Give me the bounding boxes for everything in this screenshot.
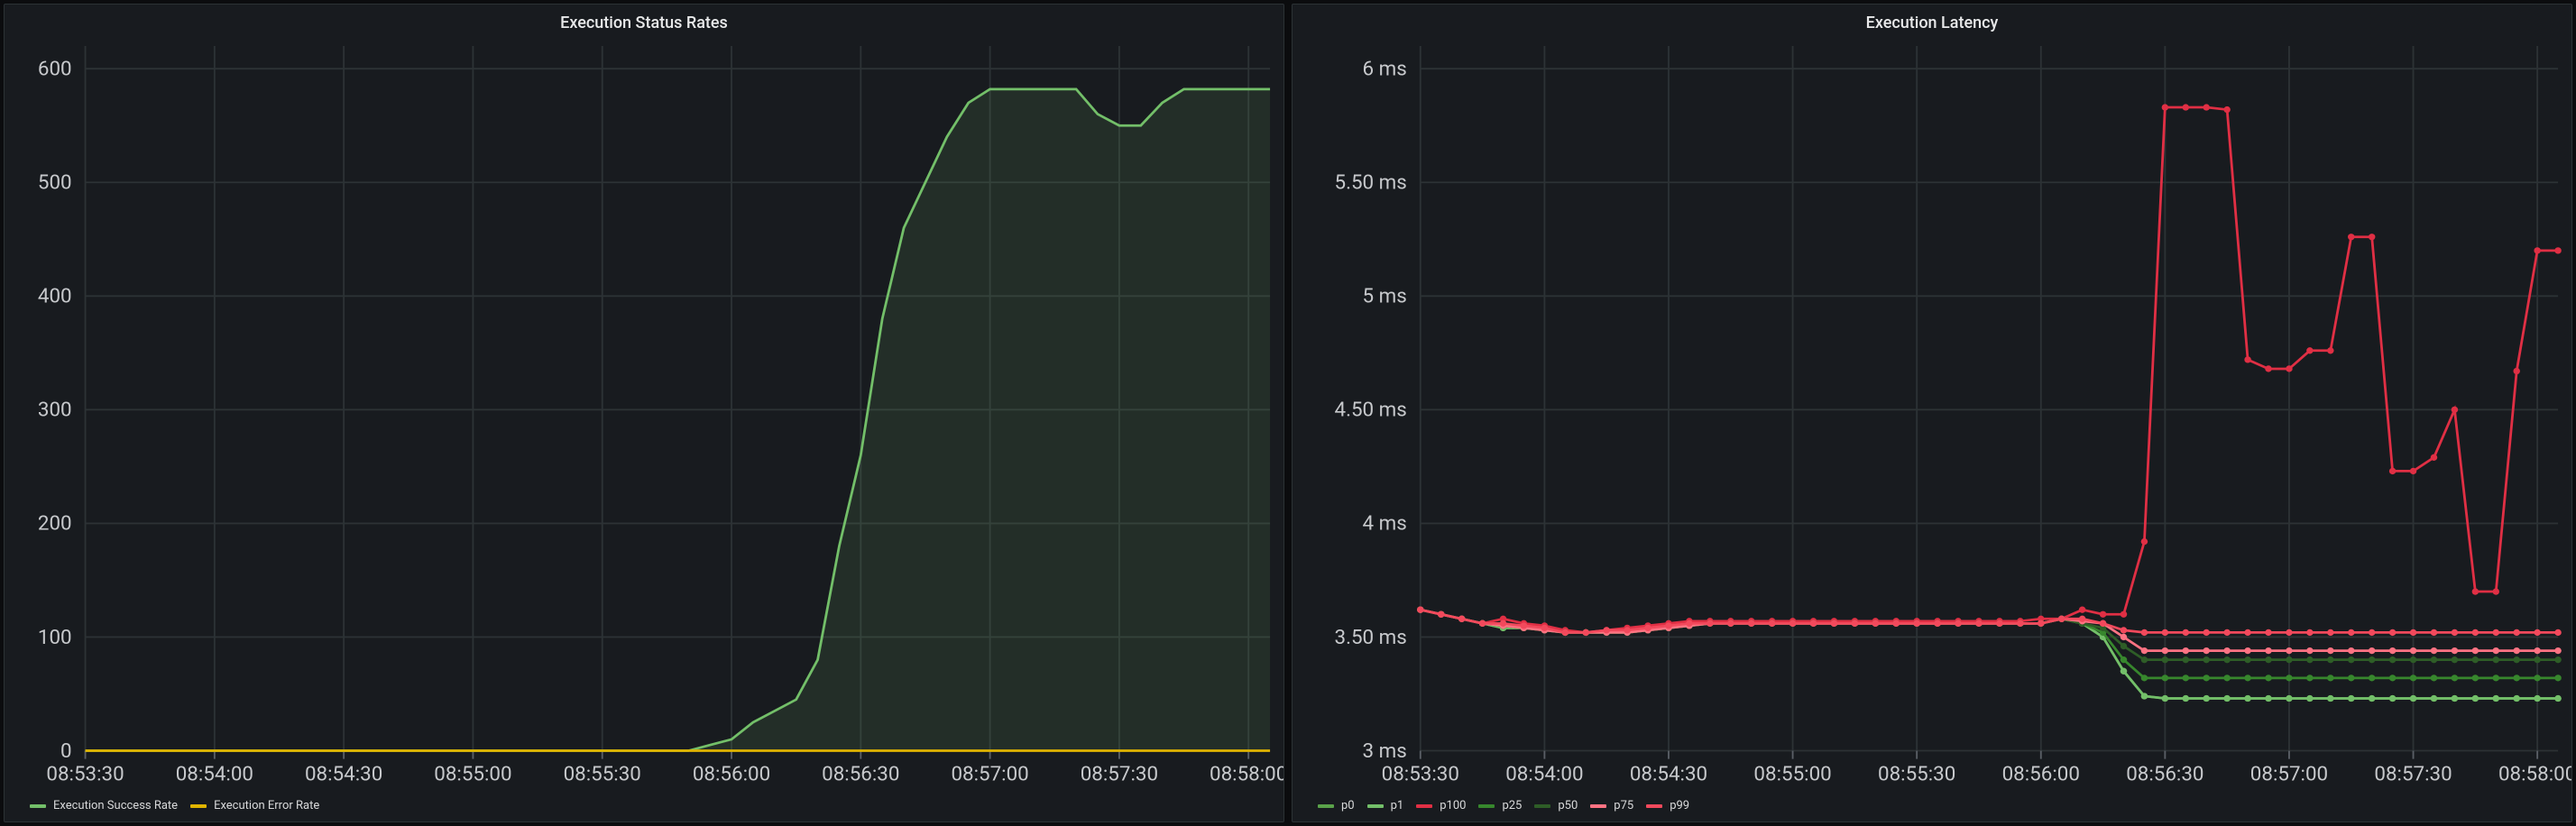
legend-item[interactable]: p1 <box>1367 799 1404 812</box>
legend-swatch <box>1534 804 1550 808</box>
svg-text:08:58:00: 08:58:00 <box>1210 763 1283 786</box>
legend-label: p50 <box>1558 799 1578 812</box>
svg-text:08:57:00: 08:57:00 <box>2250 763 2328 786</box>
panel-execution-latency[interactable]: Execution Latency 3 ms 3.50 ms 4 ms 4.50 ms… <box>1292 4 2572 822</box>
svg-text:200: 200 <box>38 512 72 536</box>
legend: p0 p1 p100 p25 p50 p75 p99 <box>1293 794 2571 821</box>
legend-swatch <box>30 804 46 808</box>
legend-label: p75 <box>1614 799 1633 812</box>
dashboard-row: Execution Status Rates 0 100 200 300 400 500 6… <box>0 0 2576 826</box>
svg-text:5.50 ms: 5.50 ms <box>1335 171 1407 195</box>
legend-swatch <box>1367 804 1384 808</box>
panel-title: Execution Latency <box>1293 5 2571 36</box>
svg-text:08:57:00: 08:57:00 <box>951 763 1028 786</box>
svg-text:0: 0 <box>60 739 72 763</box>
svg-text:500: 500 <box>38 171 72 195</box>
legend-swatch <box>1318 804 1334 808</box>
svg-text:5 ms: 5 ms <box>1363 285 1407 308</box>
chart-svg: 3 ms 3.50 ms 4 ms 4.50 ms 5 ms 5.50 ms 6 ms 08:… <box>1293 36 2571 794</box>
svg-text:08:57:30: 08:57:30 <box>1081 763 1158 786</box>
svg-text:08:54:00: 08:54:00 <box>176 763 253 786</box>
svg-text:08:54:30: 08:54:30 <box>305 763 382 786</box>
svg-text:3 ms: 3 ms <box>1363 739 1407 763</box>
svg-text:08:53:30: 08:53:30 <box>1382 763 1459 786</box>
legend-swatch <box>1646 804 1662 808</box>
panel-title: Execution Status Rates <box>5 5 1283 36</box>
legend-swatch <box>1590 804 1606 808</box>
legend-item[interactable]: p75 <box>1590 799 1633 812</box>
chart-svg: 0 100 200 300 400 500 600 08:53:30 08:54:00 08:54… <box>5 36 1283 794</box>
legend: Execution Success Rate Execution Error Ra… <box>5 794 1283 821</box>
svg-text:08:55:00: 08:55:00 <box>1753 763 1831 786</box>
svg-text:3.50 ms: 3.50 ms <box>1335 626 1407 649</box>
legend-label: Execution Error Rate <box>214 799 319 812</box>
plot-area[interactable]: 3 ms 3.50 ms 4 ms 4.50 ms 5 ms 5.50 ms 6 ms 08:… <box>1293 36 2571 794</box>
legend-label: p25 <box>1502 799 1522 812</box>
svg-text:4.50 ms: 4.50 ms <box>1335 399 1407 422</box>
svg-text:08:57:30: 08:57:30 <box>2374 763 2452 786</box>
legend-label: p1 <box>1391 799 1404 812</box>
svg-text:6 ms: 6 ms <box>1363 58 1407 81</box>
svg-text:08:56:00: 08:56:00 <box>693 763 770 786</box>
panel-execution-status-rates[interactable]: Execution Status Rates 0 100 200 300 400 500 6… <box>4 4 1284 822</box>
svg-text:4 ms: 4 ms <box>1363 512 1407 536</box>
legend-item[interactable]: p99 <box>1646 799 1689 812</box>
plot-area[interactable]: 0 100 200 300 400 500 600 08:53:30 08:54:00 08:54… <box>5 36 1283 794</box>
svg-text:08:58:00: 08:58:00 <box>2498 763 2571 786</box>
legend-item[interactable]: p25 <box>1478 799 1522 812</box>
legend-label: Execution Success Rate <box>53 799 178 812</box>
legend-item[interactable]: Execution Success Rate <box>30 799 178 812</box>
svg-text:08:54:30: 08:54:30 <box>1630 763 1707 786</box>
svg-text:300: 300 <box>38 399 72 422</box>
svg-text:08:56:30: 08:56:30 <box>822 763 899 786</box>
svg-text:08:54:00: 08:54:00 <box>1505 763 1583 786</box>
legend-swatch <box>1478 804 1495 808</box>
svg-text:400: 400 <box>38 285 72 308</box>
legend-item[interactable]: Execution Error Rate <box>190 799 319 812</box>
svg-text:08:56:30: 08:56:30 <box>2126 763 2203 786</box>
svg-text:08:56:00: 08:56:00 <box>2002 763 2080 786</box>
legend-label: p100 <box>1440 799 1466 812</box>
svg-text:08:55:30: 08:55:30 <box>564 763 641 786</box>
svg-text:100: 100 <box>38 626 72 649</box>
legend-swatch <box>190 804 207 808</box>
legend-item[interactable]: p0 <box>1318 799 1355 812</box>
svg-text:600: 600 <box>38 58 72 81</box>
svg-text:08:55:00: 08:55:00 <box>434 763 511 786</box>
legend-item[interactable]: p100 <box>1416 799 1466 812</box>
legend-label: p0 <box>1341 799 1355 812</box>
svg-text:08:53:30: 08:53:30 <box>46 763 124 786</box>
legend-label: p99 <box>1670 799 1689 812</box>
legend-swatch <box>1416 804 1432 808</box>
legend-item[interactable]: p50 <box>1534 799 1578 812</box>
svg-text:08:55:30: 08:55:30 <box>1878 763 1955 786</box>
